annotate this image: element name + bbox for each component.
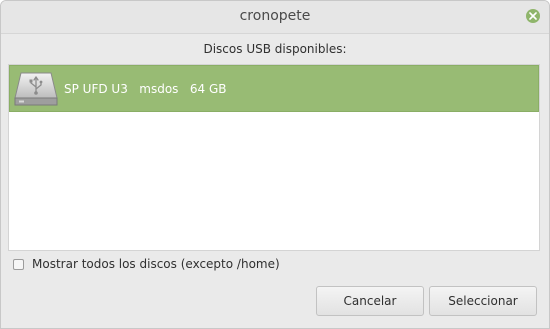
usb-disk-list[interactable]: SP UFD U3 msdos 64 GB: [8, 64, 540, 251]
select-button[interactable]: Seleccionar: [429, 286, 537, 316]
usb-disks-heading: Discos USB disponibles:: [203, 42, 347, 56]
close-button[interactable]: [526, 9, 540, 23]
usb-drive-icon: [12, 69, 60, 109]
disk-list-item[interactable]: SP UFD U3 msdos 64 GB: [9, 65, 539, 112]
show-all-disks-label: Mostrar todos los discos (excepto /home): [32, 257, 280, 271]
window-title: cronopete: [239, 8, 311, 24]
cancel-button[interactable]: Cancelar: [316, 286, 424, 316]
show-all-disks-option[interactable]: Mostrar todos los discos (excepto /home): [13, 257, 280, 271]
dialog-window: cronopete Discos USB disponibles: SP UFD…: [0, 0, 550, 329]
disk-label: SP UFD U3 msdos 64 GB: [64, 81, 227, 96]
show-all-disks-checkbox[interactable]: [13, 258, 24, 270]
close-icon: [529, 12, 537, 20]
title-bar[interactable]: cronopete: [1, 1, 549, 34]
